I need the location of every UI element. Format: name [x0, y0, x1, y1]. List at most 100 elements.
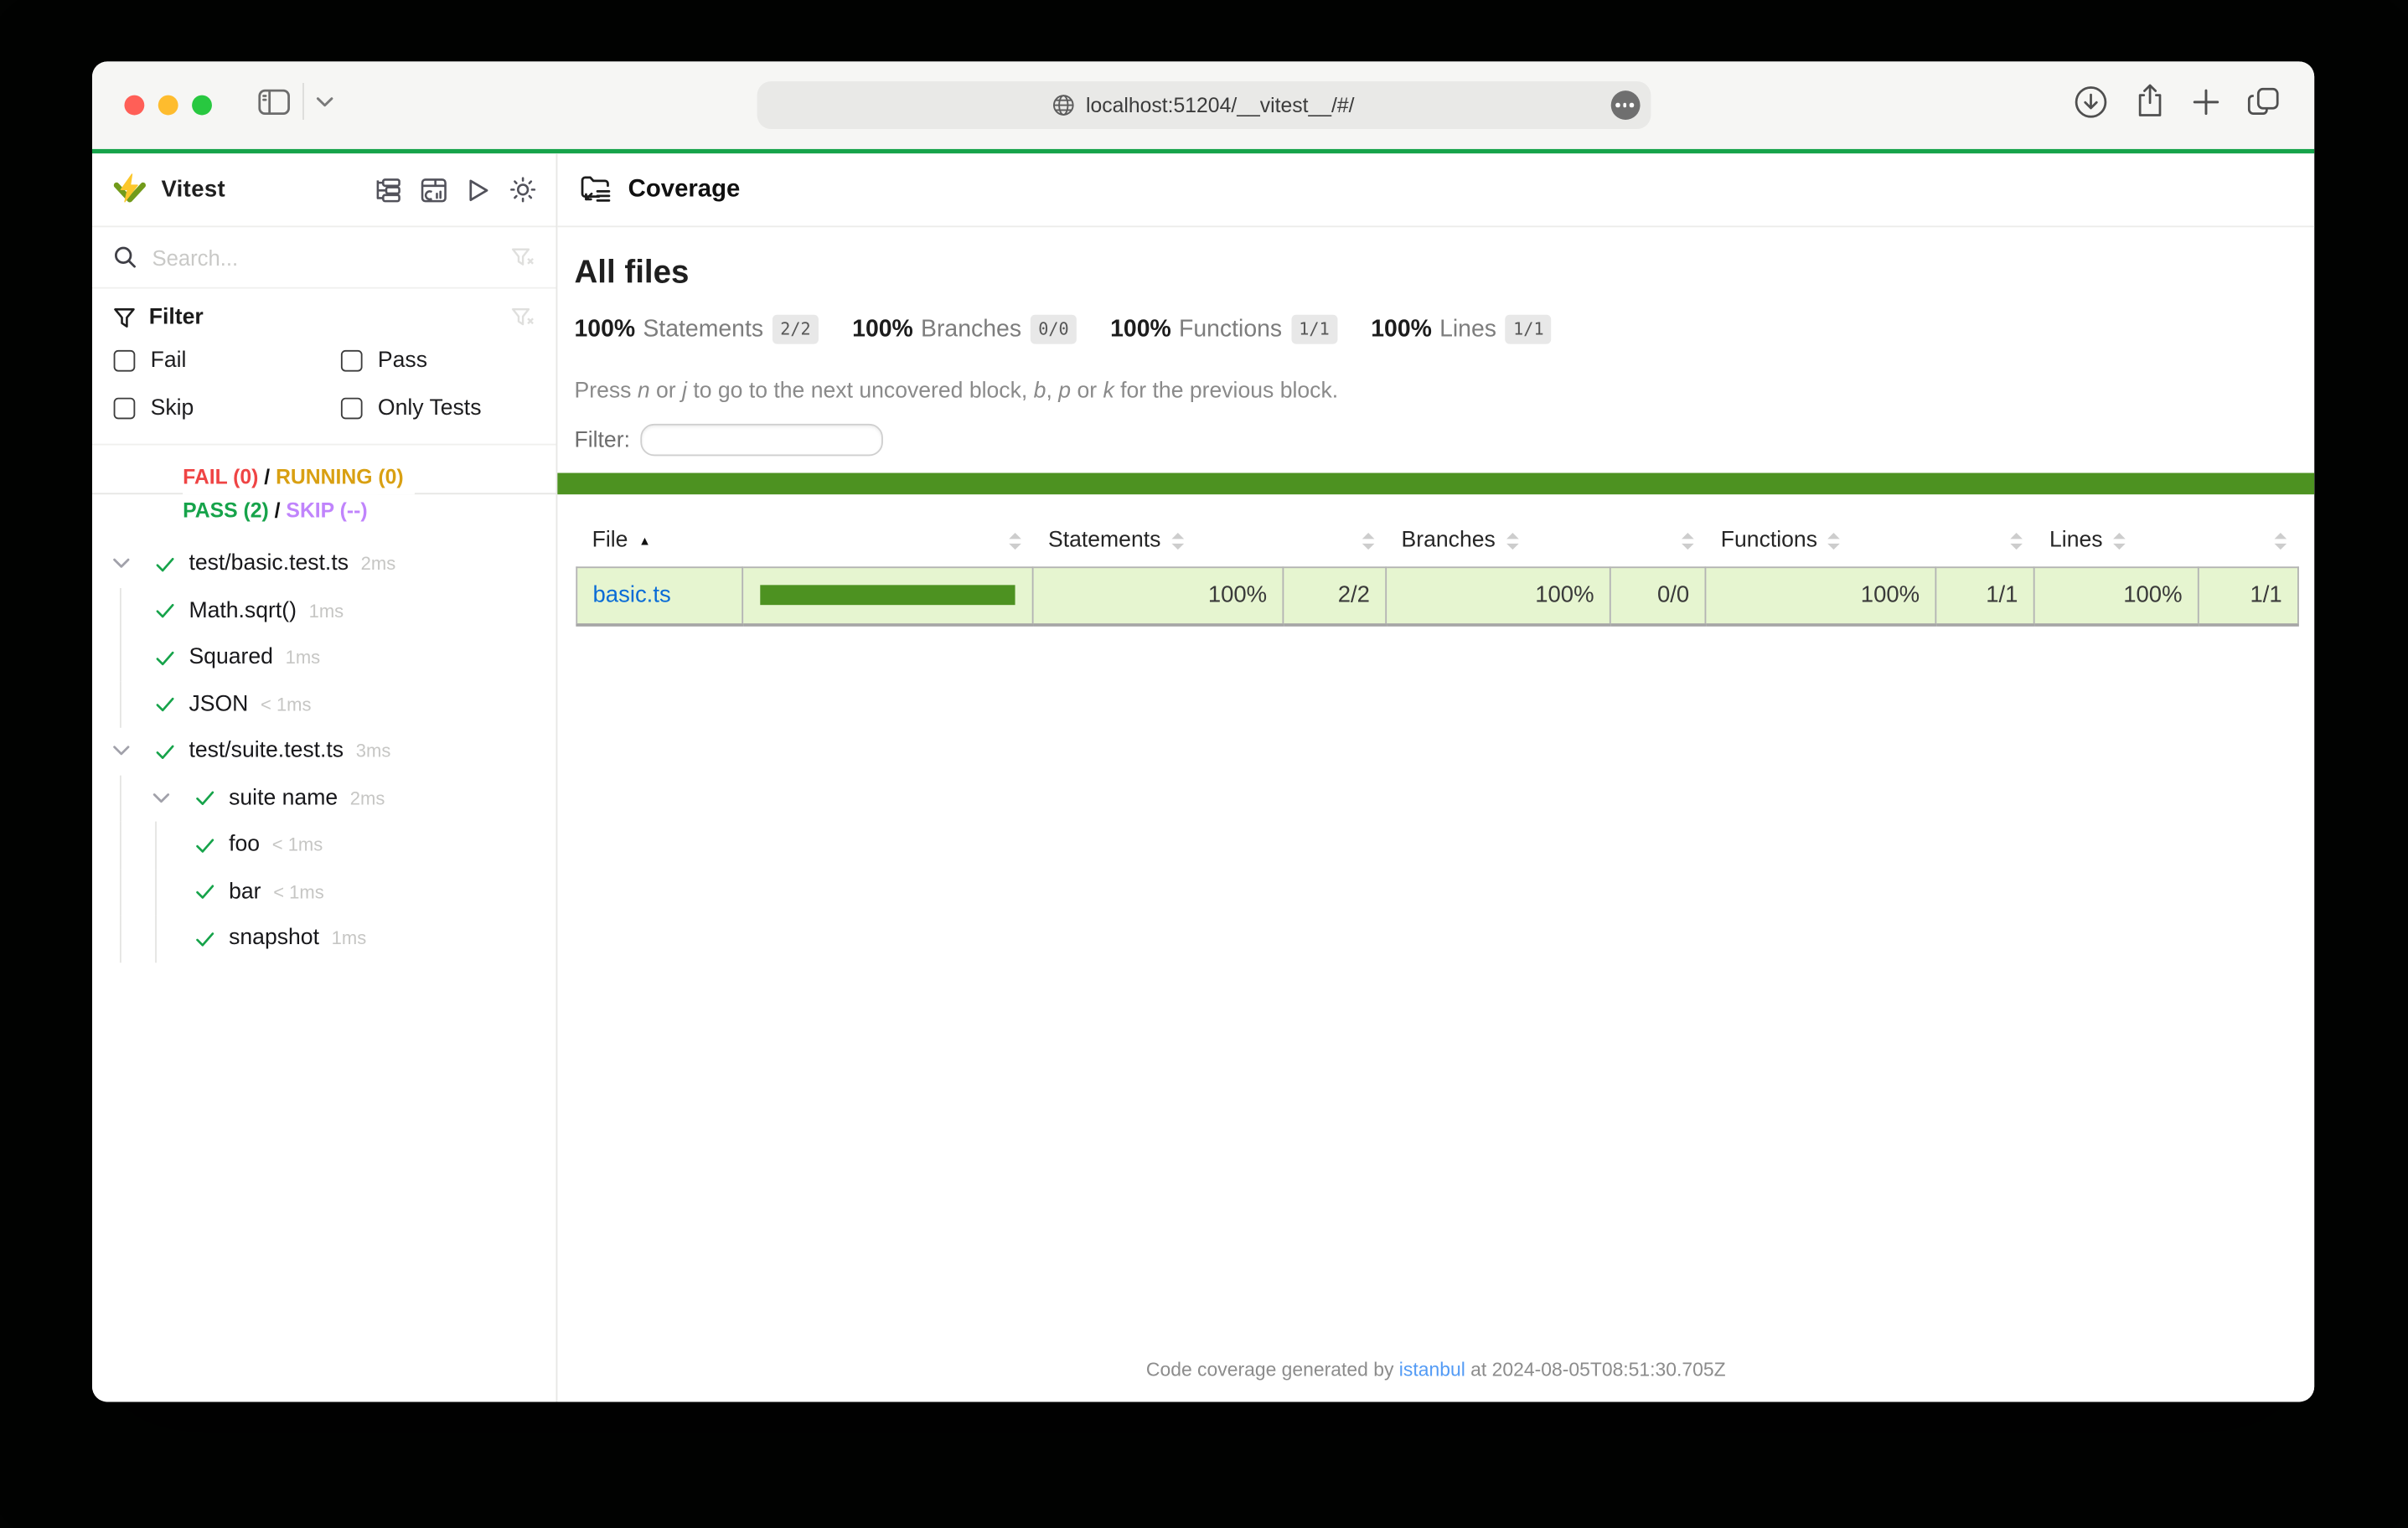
tree-item[interactable]: JSON< 1ms — [92, 681, 556, 728]
dashboard-icon[interactable] — [421, 178, 447, 202]
chevron-down-icon[interactable] — [152, 792, 170, 804]
skip-count: SKIP (--) — [286, 499, 367, 522]
toolbar-divider — [302, 83, 304, 120]
test-duration: 3ms — [356, 741, 391, 762]
fail-count: FAIL (0) — [183, 465, 258, 488]
sort-icon — [2113, 533, 2126, 550]
tree-item[interactable]: Squared1ms — [92, 634, 556, 681]
tree-indent-guide — [120, 822, 121, 869]
desktop-background: localhost:51204/__vitest__/#/ — [0, 0, 2408, 1528]
istanbul-link[interactable]: istanbul — [1399, 1359, 1465, 1381]
share-icon[interactable] — [2135, 83, 2166, 120]
column-header-statements[interactable]: Statements — [1033, 516, 1284, 566]
coverage-value-cell: 100% — [1033, 566, 1284, 625]
column-header-branches[interactable]: Branches — [1386, 516, 1610, 566]
coverage-filter-input[interactable] — [641, 424, 884, 456]
checkbox-icon[interactable] — [341, 350, 363, 372]
sidebar-toggle-icon[interactable] — [258, 88, 290, 114]
page-title: Coverage — [628, 176, 741, 204]
chevron-down-icon[interactable] — [112, 558, 131, 570]
downloads-icon[interactable] — [2073, 84, 2108, 119]
tree-item[interactable]: suite name2ms — [92, 775, 556, 822]
filter-checkboxes: FailPassSkipOnly Tests — [114, 348, 535, 421]
coverage-metrics: 100%Statements2/2100%Branches0/0100%Func… — [575, 315, 2315, 344]
column-header-sorter[interactable] — [2199, 516, 2298, 566]
tree-item[interactable]: foo < 1ms — [92, 822, 556, 869]
report-footer: Code coverage generated by istanbul at 2… — [557, 1359, 2314, 1381]
test-name: foo — [229, 833, 260, 857]
tree-indent-guide — [120, 915, 121, 962]
tree-indent-guide — [155, 822, 157, 869]
pass-check-icon — [194, 834, 216, 856]
search-icon — [114, 245, 137, 268]
tree-indent-guide — [120, 634, 121, 681]
filter-checkbox-fail[interactable]: Fail — [114, 348, 341, 373]
tree-indent-guide — [120, 587, 121, 634]
tree-item[interactable]: test/suite.test.ts 3ms — [92, 728, 556, 775]
test-duration: < 1ms — [272, 834, 323, 856]
filter-checkbox-pass[interactable]: Pass — [341, 348, 535, 373]
file-link[interactable]: basic.ts — [593, 582, 671, 608]
coverage-header: Coverage — [557, 153, 2314, 227]
column-header-sorter[interactable] — [1935, 516, 2033, 566]
tree-item[interactable]: test/basic.test.ts 2ms — [92, 540, 556, 587]
coverage-value-cell: 1/1 — [1935, 566, 2033, 625]
keyboard-hint: Press n or j to go to the next uncovered… — [575, 379, 2315, 404]
metric-statements: 100%Statements2/2 — [575, 315, 819, 344]
test-name: test/suite.test.ts — [189, 739, 344, 763]
pass-check-icon — [153, 599, 176, 622]
coverage-panel: Coverage All files 100%Statements2/2100%… — [557, 153, 2314, 1402]
globe-icon — [1052, 94, 1075, 116]
close-window-button[interactable] — [124, 96, 144, 116]
pass-count: PASS (2) — [183, 499, 269, 522]
test-summary: FAIL (0) / RUNNING (0) PASS (2) / SKIP (… — [92, 461, 556, 529]
column-header-functions[interactable]: Functions — [1705, 516, 1935, 566]
tree-indent-guide — [120, 681, 121, 728]
column-header-sorter[interactable] — [742, 516, 1032, 566]
column-header-file[interactable]: File▲ — [576, 516, 742, 566]
coverage-report: All files 100%Statements2/2100%Branches0… — [557, 227, 2314, 1402]
summary-line-1: FAIL (0) / RUNNING (0) — [183, 461, 414, 494]
tree-item[interactable]: Math.sqrt() 1ms — [92, 587, 556, 634]
tab-overview-icon[interactable] — [2247, 86, 2281, 117]
page-settings-icon[interactable] — [1610, 90, 1640, 120]
browser-toolbar: localhost:51204/__vitest__/#/ — [92, 61, 2314, 148]
summary-line-2: PASS (2) / SKIP (--) — [183, 494, 378, 528]
sort-icon — [1828, 533, 1841, 550]
address-bar[interactable]: localhost:51204/__vitest__/#/ — [757, 81, 1651, 129]
sort-icon — [1681, 533, 1693, 550]
chevron-down-icon[interactable] — [112, 745, 131, 757]
chevron-down-icon[interactable] — [317, 96, 333, 107]
test-name: test/basic.test.ts — [189, 551, 349, 576]
filter-panel: Filter FailPassSkipOnly Tests — [92, 289, 556, 446]
sort-asc-icon: ▲ — [638, 534, 651, 547]
tree-indent-guide — [120, 775, 121, 822]
coverage-value-cell: 100% — [1386, 566, 1610, 625]
filter-clear-icon[interactable] — [511, 307, 534, 329]
zoom-window-button[interactable] — [192, 96, 212, 116]
filter-checkbox-skip[interactable]: Skip — [114, 396, 341, 421]
minimize-window-button[interactable] — [158, 96, 178, 116]
search-input[interactable]: Search... — [152, 245, 496, 269]
checkbox-icon[interactable] — [341, 398, 363, 420]
column-header-lines[interactable]: Lines — [2034, 516, 2199, 566]
coverage-value-cell: 100% — [2034, 566, 2199, 625]
test-duration: 1ms — [309, 600, 344, 622]
tree-view-icon[interactable] — [375, 178, 400, 202]
run-all-icon[interactable] — [467, 178, 489, 202]
column-header-sorter[interactable] — [1610, 516, 1706, 566]
filter-checkbox-only-tests[interactable]: Only Tests — [341, 396, 535, 421]
test-duration: 1ms — [286, 647, 321, 668]
test-duration: 1ms — [332, 928, 367, 950]
new-tab-icon[interactable] — [2192, 87, 2221, 116]
sort-icon — [2274, 533, 2287, 550]
tree-item[interactable]: snapshot1ms — [92, 915, 556, 962]
test-name: Math.sqrt() — [189, 598, 296, 622]
search-clear-filter-icon[interactable] — [511, 246, 534, 268]
checkbox-icon[interactable] — [114, 398, 136, 420]
column-header-sorter[interactable] — [1283, 516, 1386, 566]
theme-toggle-icon[interactable] — [510, 177, 536, 203]
test-duration: 2ms — [361, 553, 396, 575]
checkbox-icon[interactable] — [114, 350, 136, 372]
tree-item[interactable]: bar< 1ms — [92, 869, 556, 916]
